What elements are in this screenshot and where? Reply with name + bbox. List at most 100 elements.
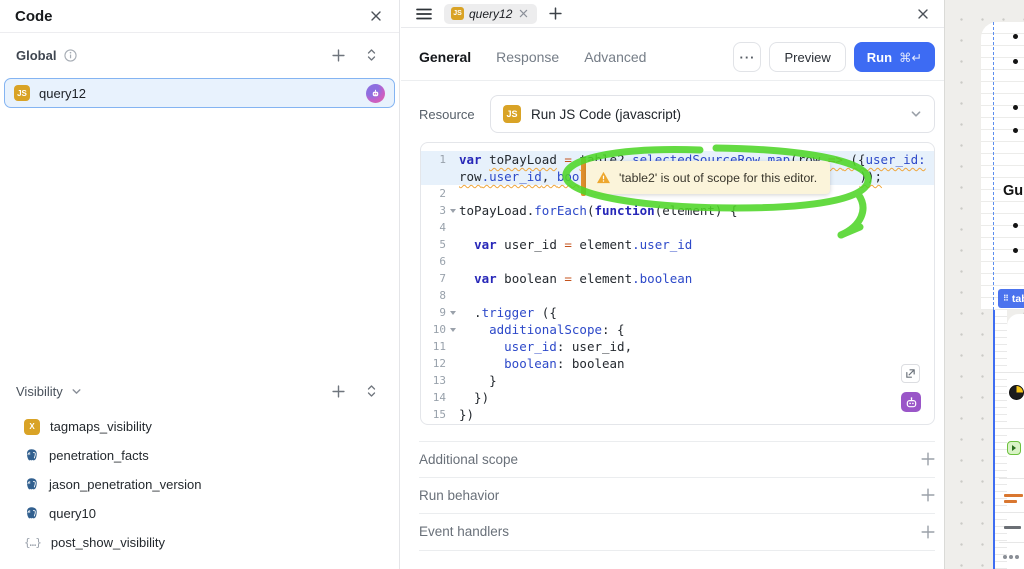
section-label: Additional scope (419, 451, 519, 467)
fold-gutter (446, 151, 459, 168)
table-row-divider (999, 512, 1024, 513)
visibility-section: Visibility Xtagmaps_visibility penetrati… (0, 378, 399, 557)
info-icon[interactable] (62, 47, 79, 64)
close-icon[interactable] (368, 8, 384, 24)
fold-gutter (446, 287, 459, 304)
line-number: 9 (439, 306, 446, 319)
line-number: 10 (432, 323, 446, 336)
sidebar-item-post_show_visibility[interactable]: {…} post_show_visibility (0, 528, 399, 557)
bullet-dot (1013, 128, 1018, 133)
line-number: 6 (439, 255, 446, 268)
line-number: 3 (439, 204, 446, 217)
line-number: 12 (432, 357, 446, 370)
query-toolbar: General Response Advanced ··· Preview Run … (419, 41, 935, 73)
visibility-section-header[interactable]: Visibility (0, 378, 399, 404)
ai-assistant-icon[interactable] (901, 392, 921, 412)
more-options-button[interactable]: ··· (733, 42, 762, 72)
tab-advanced[interactable]: Advanced (584, 49, 646, 65)
add-icon[interactable] (921, 525, 935, 539)
component-tag-label: tab (1011, 292, 1024, 305)
section-label: Run behavior (419, 487, 500, 503)
sidebar-item-query10[interactable]: query10 (0, 499, 399, 528)
fold-gutter (446, 253, 459, 270)
code-line: 15}) (421, 406, 934, 423)
code-line: 12 boolean: boolean (421, 355, 934, 372)
js-icon: JS (503, 105, 521, 123)
code-line: 3 toPayLoad.forEach(function(element) { (421, 202, 934, 219)
close-tab-icon[interactable] (517, 7, 530, 20)
query-tabstrip: JS query12 (401, 0, 944, 28)
line-number: 7 (439, 272, 446, 285)
code-line: 9 .trigger ({ (421, 304, 934, 321)
tab-response[interactable]: Response (496, 49, 559, 65)
scope-warning-tooltip: 'table2' is out of scope for this editor… (586, 161, 831, 194)
add-visibility-query-button[interactable] (330, 383, 347, 400)
table-row-divider (999, 428, 1024, 429)
fold-chevron-icon[interactable] (446, 321, 459, 338)
run-button[interactable]: Run ⌘↵ (853, 42, 935, 72)
fold-gutter (446, 338, 459, 355)
fold-gutter (446, 185, 459, 202)
tab-general[interactable]: General (419, 49, 471, 65)
js-icon: JS (14, 85, 30, 101)
fold-gutter (446, 406, 459, 423)
table-cell-dot (1009, 555, 1013, 559)
line-number (421, 168, 446, 185)
bullet-dot (1013, 34, 1018, 39)
fold-chevron-icon[interactable] (446, 304, 459, 321)
sort-unfold-icon[interactable] (364, 382, 379, 400)
sort-unfold-icon[interactable] (364, 46, 379, 64)
sidebar-item-penetration_facts[interactable]: penetration_facts (0, 441, 399, 470)
postgresql-icon (24, 506, 39, 521)
section-event-handlers[interactable]: Event handlers (419, 514, 935, 551)
warning-anchor-bar (581, 158, 586, 196)
run-shortcut: ⌘↵ (899, 50, 922, 65)
table-row-gutter (995, 310, 1007, 569)
resource-value: Run JS Code (javascript) (531, 106, 682, 122)
close-panel-icon[interactable] (915, 6, 931, 22)
section-label: Event handlers (419, 524, 510, 540)
code-panel: Code Global JS query12 Visibility X tagm… (0, 0, 400, 569)
preview-button[interactable]: Preview (769, 42, 846, 72)
state-icon: {…} (24, 536, 42, 549)
selected-component-tag[interactable]: ⠿ tab (998, 289, 1024, 308)
code-line: 5 var user_id = element.user_id (421, 236, 934, 253)
add-tab-button[interactable] (547, 5, 564, 22)
add-icon[interactable] (921, 452, 935, 466)
table-cell-link-text (1004, 494, 1023, 497)
resource-select[interactable]: JS Run JS Code (javascript) (490, 95, 935, 133)
bullet-dot (1013, 223, 1018, 228)
table-cell-link-text (1004, 500, 1017, 503)
fold-chevron-icon[interactable] (446, 202, 459, 219)
line-number: 4 (439, 221, 446, 234)
code-panel-header: Code (0, 0, 399, 33)
expand-editor-icon[interactable] (901, 364, 920, 383)
line-number: 14 (432, 391, 446, 404)
code-line: 7 var boolean = element.boolean (421, 270, 934, 287)
section-run-behavior[interactable]: Run behavior (419, 478, 935, 515)
sidebar-item-query12-selected[interactable]: JS query12 (4, 78, 395, 108)
hamburger-menu-icon[interactable] (414, 6, 434, 22)
resource-row: Resource JS Run JS Code (javascript) (419, 95, 935, 133)
code-line: 14 }) (421, 389, 934, 406)
drag-handle-icon: ⠿ (1003, 294, 1009, 303)
sidebar-item-jason_penetration_version[interactable]: jason_penetration_version (0, 470, 399, 499)
retool-code-editor-screen: Code Global JS query12 Visibility X tagm… (0, 0, 1024, 569)
line-number: 1 (439, 153, 446, 166)
app-canvas: Gui ⠿ tab (944, 0, 1024, 569)
frame-boundary-guide (993, 22, 994, 310)
table-cell-icon (1007, 441, 1021, 455)
table-row-divider (999, 542, 1024, 543)
fold-gutter (446, 355, 459, 372)
section-additional-scope[interactable]: Additional scope (419, 441, 935, 478)
resource-label: Resource (419, 106, 475, 122)
add-query-button[interactable] (330, 47, 347, 64)
sidebar-item-tagmaps_visibility[interactable]: Xtagmaps_visibility (0, 412, 399, 441)
line-number: 13 (432, 374, 446, 387)
warning-text: 'table2' is out of scope for this editor… (619, 170, 818, 185)
query12-label: query12 (39, 85, 86, 101)
query-settings-sections: Additional scope Run behavior Event hand… (419, 441, 935, 551)
tab-query12[interactable]: JS query12 (444, 3, 538, 24)
add-icon[interactable] (921, 488, 935, 502)
table-cell-avatar (1009, 385, 1024, 400)
